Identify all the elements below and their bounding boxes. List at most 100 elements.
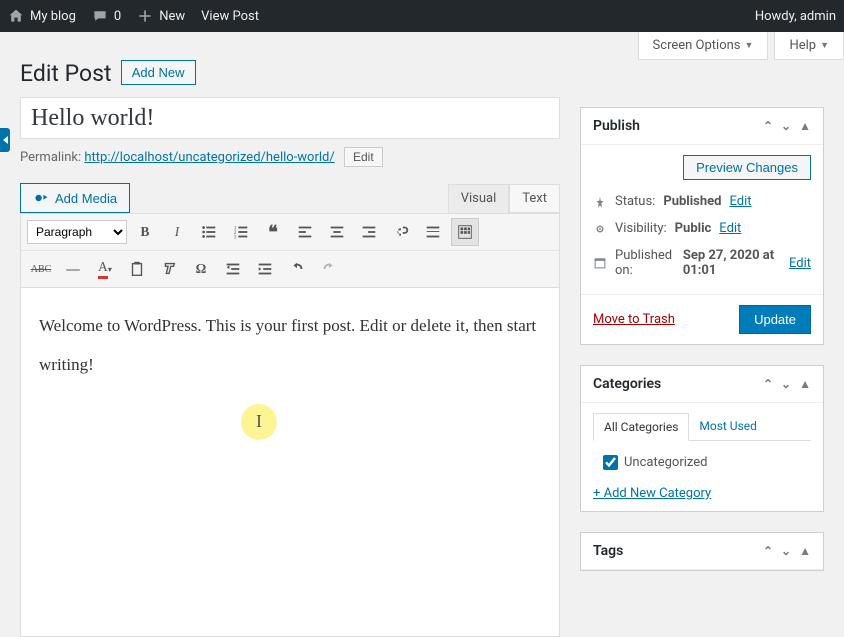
status-row: Status: Published Edit xyxy=(593,188,811,215)
visibility-label: Visibility: xyxy=(615,221,667,236)
svg-text:3: 3 xyxy=(234,234,237,240)
publish-box: Publish ⌃ ⌄ ▲ Preview Changes Status: Pu… xyxy=(580,107,824,345)
pin-icon xyxy=(593,195,607,209)
toggle-box-icon[interactable]: ▲ xyxy=(799,119,811,133)
visibility-edit-link[interactable]: Edit xyxy=(719,221,741,236)
redo-button[interactable] xyxy=(315,255,343,283)
comments-link[interactable]: 0 xyxy=(92,8,121,24)
publish-box-header[interactable]: Publish ⌃ ⌄ ▲ xyxy=(581,108,823,145)
tab-visual[interactable]: Visual xyxy=(448,184,510,213)
link-button[interactable] xyxy=(387,218,415,246)
published-edit-link[interactable]: Edit xyxy=(789,256,811,271)
add-new-category-link[interactable]: + Add New Category xyxy=(593,486,811,501)
tags-box-header[interactable]: Tags ⌃ ⌄ ▲ xyxy=(581,533,823,570)
move-down-icon[interactable]: ⌄ xyxy=(781,119,791,133)
new-label: New xyxy=(159,9,185,24)
calendar-icon xyxy=(593,256,607,270)
indent-button[interactable] xyxy=(251,255,279,283)
hr-button[interactable]: — xyxy=(59,255,87,283)
media-icon xyxy=(33,190,49,206)
page-title: Edit Post xyxy=(20,60,112,87)
permalink-edit-button[interactable]: Edit xyxy=(344,147,383,167)
category-label: Uncategorized xyxy=(624,455,707,470)
editor-toolbar-1: Paragraph B I 123 ❝ xyxy=(20,213,560,250)
update-button[interactable]: Update xyxy=(739,305,811,334)
categories-box: Categories ⌃ ⌄ ▲ All Categories Most Use… xyxy=(580,365,824,512)
plus-icon xyxy=(137,8,153,24)
post-content-text: Welcome to WordPress. This is your first… xyxy=(39,316,536,374)
numbered-list-button[interactable]: 123 xyxy=(227,218,255,246)
add-media-button[interactable]: Add Media xyxy=(20,183,130,213)
move-up-icon[interactable]: ⌃ xyxy=(763,119,773,133)
text-cursor-highlight: I xyxy=(241,404,277,440)
visibility-row: Visibility: Public Edit xyxy=(593,215,811,242)
visibility-value: Public xyxy=(675,221,712,236)
move-down-icon[interactable]: ⌄ xyxy=(781,377,791,391)
post-title-input[interactable] xyxy=(20,97,560,139)
clear-formatting-button[interactable] xyxy=(155,255,183,283)
italic-button[interactable]: I xyxy=(163,218,191,246)
permalink-url[interactable]: http://localhost/uncategorized/hello-wor… xyxy=(84,150,334,165)
tab-all-categories[interactable]: All Categories xyxy=(593,413,689,441)
categories-box-header[interactable]: Categories ⌃ ⌄ ▲ xyxy=(581,366,823,403)
status-edit-link[interactable]: Edit xyxy=(729,194,751,209)
tab-text[interactable]: Text xyxy=(509,184,560,213)
editor-toolbar-2: ABC — A ▾ Ω xyxy=(20,250,560,287)
permalink-label: Permalink: xyxy=(20,150,81,165)
undo-button[interactable] xyxy=(283,255,311,283)
publish-actions: Move to Trash Update xyxy=(581,294,823,344)
bullet-list-button[interactable] xyxy=(195,218,223,246)
categories-box-title: Categories xyxy=(593,376,661,392)
text-color-button[interactable]: A ▾ xyxy=(91,255,119,283)
format-select[interactable]: Paragraph xyxy=(27,220,127,244)
sidebar-column: Publish ⌃ ⌄ ▲ Preview Changes Status: Pu… xyxy=(580,42,824,637)
home-icon xyxy=(8,8,24,24)
add-new-button[interactable]: Add New xyxy=(121,60,196,85)
move-down-icon[interactable]: ⌄ xyxy=(781,544,791,558)
toggle-box-icon[interactable]: ▲ xyxy=(799,544,811,558)
admin-bar: My blog 0 New View Post Howdy, admin xyxy=(0,0,844,32)
comments-count: 0 xyxy=(114,9,121,24)
toggle-box-icon[interactable]: ▲ xyxy=(799,377,811,391)
move-to-trash-link[interactable]: Move to Trash xyxy=(593,312,675,327)
strikethrough-button[interactable]: ABC xyxy=(27,255,55,283)
align-left-button[interactable] xyxy=(291,218,319,246)
comment-icon xyxy=(92,8,108,24)
published-row: Published on: Sep 27, 2020 at 01:01 Edit xyxy=(593,242,811,284)
publish-box-title: Publish xyxy=(593,118,640,134)
howdy-account[interactable]: Howdy, admin xyxy=(755,9,836,24)
toolbar-toggle-button[interactable] xyxy=(451,218,479,246)
status-label: Status: xyxy=(615,194,655,209)
site-name: My blog xyxy=(30,9,76,24)
permalink-row: Permalink: http://localhost/uncategorize… xyxy=(20,147,560,167)
main-column: Edit Post Add New Permalink: http://loca… xyxy=(20,42,560,637)
tab-most-used[interactable]: Most Used xyxy=(689,413,767,440)
editor-mode-tabs: Visual Text xyxy=(448,184,560,213)
blockquote-button[interactable]: ❝ xyxy=(259,218,287,246)
howdy-text: Howdy, admin xyxy=(755,9,836,24)
site-link[interactable]: My blog xyxy=(8,8,76,24)
move-up-icon[interactable]: ⌃ xyxy=(763,544,773,558)
outdent-button[interactable] xyxy=(219,255,247,283)
category-checkbox[interactable] xyxy=(603,455,618,470)
editor-content[interactable]: Welcome to WordPress. This is your first… xyxy=(20,287,560,637)
preview-changes-button[interactable]: Preview Changes xyxy=(683,155,811,180)
view-post-label: View Post xyxy=(201,9,259,24)
align-right-button[interactable] xyxy=(355,218,383,246)
visibility-icon xyxy=(593,222,607,236)
align-center-button[interactable] xyxy=(323,218,351,246)
special-char-button[interactable]: Ω xyxy=(187,255,215,283)
view-post-link[interactable]: View Post xyxy=(201,9,259,24)
category-tabs: All Categories Most Used xyxy=(593,413,811,441)
read-more-button[interactable] xyxy=(419,218,447,246)
tags-box: Tags ⌃ ⌄ ▲ xyxy=(580,532,824,571)
published-value: Sep 27, 2020 at 01:01 xyxy=(683,248,781,278)
status-value: Published xyxy=(663,194,721,209)
paste-text-button[interactable] xyxy=(123,255,151,283)
category-item[interactable]: Uncategorized xyxy=(593,451,811,478)
move-up-icon[interactable]: ⌃ xyxy=(763,377,773,391)
published-label: Published on: xyxy=(615,248,675,278)
tags-box-title: Tags xyxy=(593,543,623,559)
new-link[interactable]: New xyxy=(137,8,185,24)
bold-button[interactable]: B xyxy=(131,218,159,246)
